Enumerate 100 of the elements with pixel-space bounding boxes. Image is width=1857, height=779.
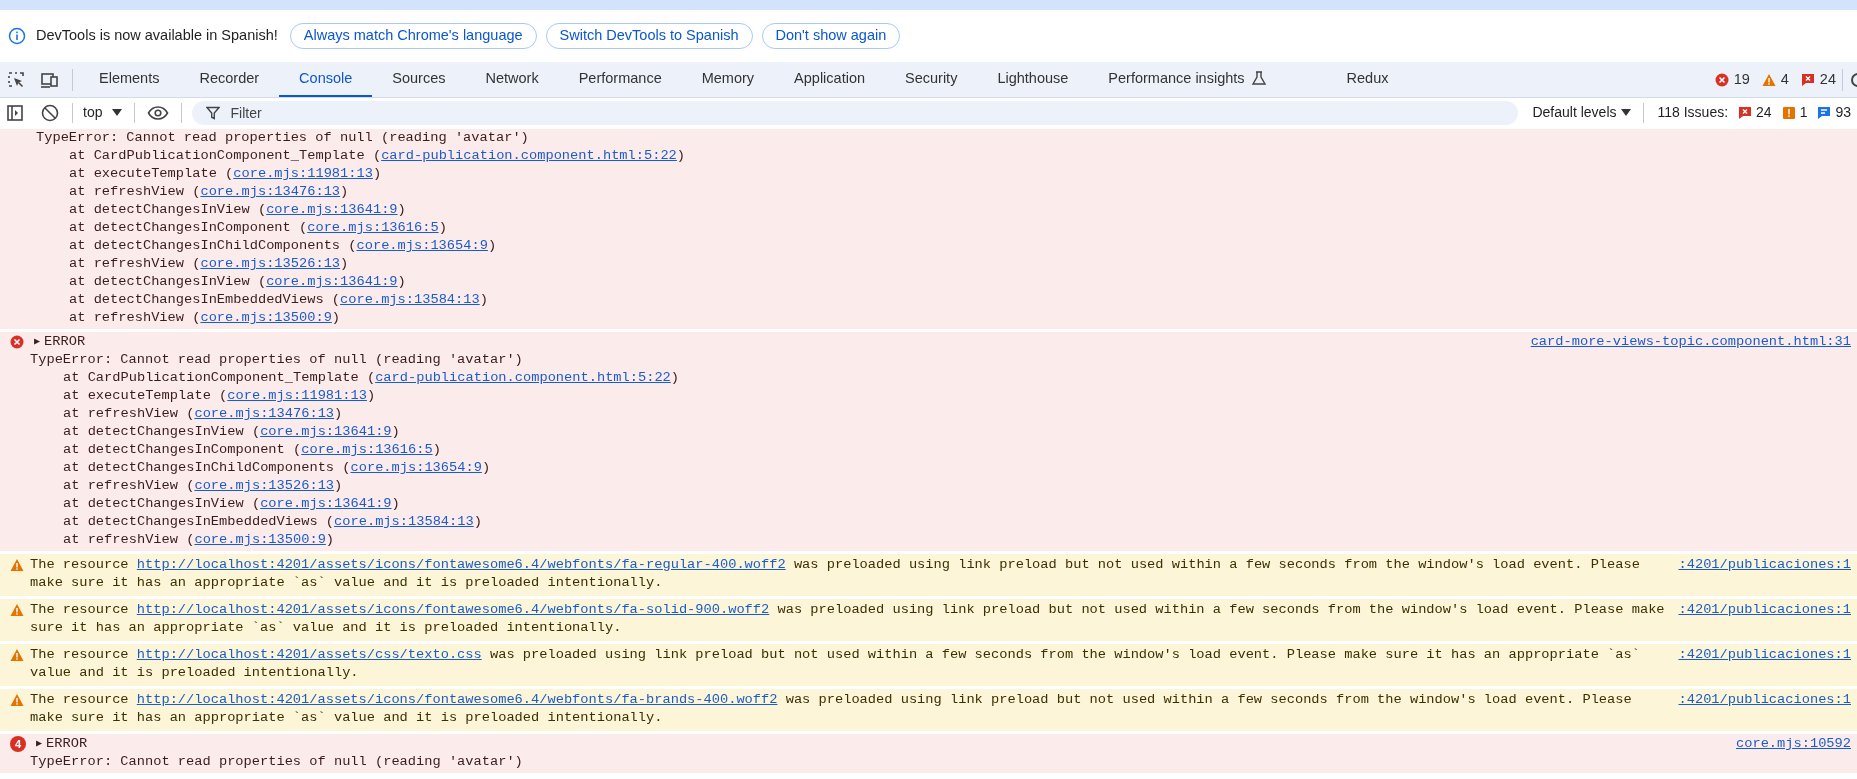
- error-text: TypeError: Cannot read properties of null (reading 'avatar'): [29, 351, 524, 369]
- stack-frame: at executeTemplate (core.mjs:11981:13): [0, 165, 1851, 183]
- flask-icon: [1250, 71, 1267, 86]
- source-link[interactable]: core.mjs:13654:9: [350, 460, 482, 475]
- panel-tab[interactable]: Elements: [79, 62, 180, 97]
- stack-frame: at executeTemplate (core.mjs:11981:13): [0, 387, 1851, 405]
- stack-frame: at refreshView (core.mjs:13500:9): [0, 531, 1851, 549]
- infobar-button[interactable]: Don't show again: [761, 23, 901, 49]
- source-link[interactable]: core.mjs:13526:13: [200, 256, 341, 271]
- stack-frame: at detectChangesInView (core.mjs:13641:9): [0, 495, 1851, 513]
- issue-warning-icon: [1781, 105, 1796, 120]
- infobar-button[interactable]: Switch DevTools to Spanish: [545, 23, 753, 49]
- source-link[interactable]: core.mjs:10592: [1736, 735, 1851, 753]
- error-text: TypeError: Cannot read properties of null (reading 'avatar'): [29, 753, 524, 771]
- context-selector[interactable]: top: [83, 102, 123, 123]
- issue-counter[interactable]: 24: [1800, 68, 1836, 91]
- filter-field[interactable]: Filter: [192, 100, 1519, 125]
- panel-tab[interactable]: Performance insights: [1088, 62, 1287, 97]
- stack-frame: at detectChangesInView (core.mjs:13641:9): [0, 273, 1851, 291]
- warning-icon: [10, 603, 24, 617]
- info-icon: [8, 27, 26, 45]
- source-link[interactable]: core.mjs:13500:9: [194, 532, 326, 547]
- source-link[interactable]: core.mjs:13584:13: [340, 292, 480, 307]
- source-link[interactable]: core.mjs:13616:5: [301, 442, 433, 457]
- log-levels-dropdown[interactable]: Default levels: [1532, 102, 1631, 123]
- panel-tab[interactable]: Lighthouse: [977, 62, 1089, 97]
- panel-tab[interactable]: Performance: [558, 62, 682, 97]
- stack-frame: at refreshView (core.mjs:13500:9): [0, 309, 1851, 327]
- issues-button[interactable]: 118 Issues: 24 1 93: [1657, 102, 1852, 123]
- issue-error-icon: [1738, 105, 1753, 120]
- error-icon: [1714, 72, 1729, 87]
- resource-link[interactable]: http://localhost:4201/assets/icons/fontawesome6.4/webfonts/fa-solid-900.woff2: [136, 602, 770, 617]
- source-link[interactable]: :4201/publicaciones:1: [1678, 556, 1851, 574]
- source-link[interactable]: core.mjs:13476:13: [200, 184, 341, 199]
- source-link[interactable]: core.mjs:13654:9: [356, 238, 488, 253]
- stack-frame: at detectChangesInEmbeddedViews (core.mjs:13584:13): [0, 513, 1851, 531]
- source-link[interactable]: core.mjs:13616:5: [307, 220, 439, 235]
- error-counter[interactable]: 19: [1714, 68, 1750, 91]
- warning-text: The resource http://localhost:4201/assets/icons/fontawesome6.4/webfonts/fa-solid-900.woff2 was preloaded using link preload but not used within a few seconds from the window's load event. Please make sure it has an appropriate `as` value and it is preloaded intentionally.: [30, 601, 1665, 637]
- error-text: TypeError: Cannot read properties of null (reading 'avatar'): [35, 129, 530, 147]
- issue-info-icon: [1817, 105, 1832, 120]
- stack-frame: at refreshView (core.mjs:13476:13): [0, 183, 1851, 201]
- infobar-button[interactable]: Always match Chrome's language: [289, 23, 537, 49]
- issue-count: 24: [1756, 103, 1772, 122]
- warning-counter[interactable]: 4: [1761, 68, 1789, 91]
- panel-tab[interactable]: Redux: [1326, 62, 1409, 97]
- source-link[interactable]: card-publication.component.html:5:22: [381, 148, 677, 163]
- expand-toggle[interactable]: ▶: [34, 333, 41, 351]
- dropdown-caret-icon: [1620, 109, 1631, 116]
- panel-tab[interactable]: Network: [465, 62, 559, 97]
- source-link[interactable]: core.mjs:13476:13: [194, 406, 335, 421]
- repeat-count-badge: 4: [10, 736, 26, 752]
- source-link[interactable]: core.mjs:13641:9: [266, 274, 398, 289]
- panel-tab[interactable]: Recorder: [179, 62, 280, 97]
- source-link[interactable]: card-more-views-topic.component.html:31: [1530, 333, 1851, 351]
- stack-frame: at detectChangesInChildComponents (core.mjs:13654:9): [0, 237, 1851, 255]
- source-link[interactable]: core.mjs:11981:13: [233, 166, 373, 181]
- clear-console-icon[interactable]: [40, 102, 60, 123]
- source-link[interactable]: core.mjs:13641:9: [260, 496, 392, 511]
- resource-link[interactable]: http://localhost:4201/assets/css/texto.css: [136, 647, 482, 662]
- sidebar-toggle-icon[interactable]: [6, 103, 24, 122]
- stack-frame: at CardPublicationComponent_Template (card-publication.component.html:5:22): [0, 369, 1851, 387]
- issue-count: 93: [1835, 103, 1852, 122]
- stack-frame: at detectChangesInComponent (core.mjs:13616:5): [0, 441, 1851, 459]
- source-link[interactable]: core.mjs:13641:9: [266, 202, 398, 217]
- log-level-label: ERROR: [44, 333, 86, 351]
- panel-tab[interactable]: Sources: [372, 62, 466, 97]
- issue-error-icon: [1800, 72, 1815, 87]
- stack-frame: at detectChangesInView (core.mjs:13641:9): [0, 423, 1851, 441]
- dropdown-caret-icon: [112, 109, 123, 116]
- source-link[interactable]: :4201/publicaciones:1: [1678, 691, 1851, 709]
- source-link[interactable]: core.mjs:13641:9: [260, 424, 392, 439]
- log-level-label: ERROR: [46, 735, 88, 753]
- warning-icon: [10, 648, 24, 662]
- resource-link[interactable]: http://localhost:4201/assets/icons/fontawesome6.4/webfonts/fa-brands-400.woff2: [136, 692, 778, 707]
- source-link[interactable]: core.mjs:11981:13: [227, 388, 367, 403]
- issue-count: 1: [1799, 103, 1808, 122]
- source-link[interactable]: core.mjs:13526:13: [194, 478, 335, 493]
- stack-frame: at detectChangesInChildComponents (core.mjs:13654:9): [0, 459, 1851, 477]
- eye-icon[interactable]: [147, 104, 170, 121]
- warning-icon: [10, 693, 24, 707]
- source-link[interactable]: card-publication.component.html:5:22: [375, 370, 671, 385]
- inspect-element-icon[interactable]: [6, 69, 26, 90]
- warning-icon: [1761, 72, 1776, 87]
- panel-tab[interactable]: Memory: [681, 62, 775, 97]
- stack-frame: at detectChangesInEmbeddedViews (core.mjs:13584:13): [0, 291, 1851, 309]
- resource-link[interactable]: http://localhost:4201/assets/icons/fontawesome6.4/webfonts/fa-regular-400.woff2: [136, 557, 786, 572]
- source-link[interactable]: core.mjs:13584:13: [334, 514, 474, 529]
- stack-frame: at refreshView (core.mjs:13476:13): [0, 405, 1851, 423]
- stack-frame: at detectChangesInComponent (core.mjs:13616:5): [0, 219, 1851, 237]
- warning-text: The resource http://localhost:4201/assets/icons/fontawesome6.4/webfonts/fa-brands-400.woff2 was preloaded using link preload but not used within a few seconds from the window's load event. Please make sure it has an appropriate `as` value and it is preloaded intentionally.: [30, 691, 1633, 727]
- warning-text: The resource http://localhost:4201/assets/icons/fontawesome6.4/webfonts/fa-regular-400.woff2 was preloaded using link preload but not used within a few seconds from the window's load event. Please make sure it has an appropriate `as` value and it is preloaded intentionally.: [30, 556, 1641, 592]
- source-link[interactable]: core.mjs:13500:9: [200, 310, 332, 325]
- source-link[interactable]: :4201/publicaciones:1: [1678, 601, 1851, 619]
- expand-toggle[interactable]: ▶: [36, 735, 43, 753]
- source-link[interactable]: :4201/publicaciones:1: [1678, 646, 1851, 664]
- panel-tab[interactable]: Application: [774, 62, 885, 97]
- stack-frame: at refreshView (core.mjs:13526:13): [0, 255, 1851, 273]
- panel-tab[interactable]: Security: [885, 62, 978, 97]
- infobar-message: DevTools is now available in Spanish!: [36, 26, 278, 46]
